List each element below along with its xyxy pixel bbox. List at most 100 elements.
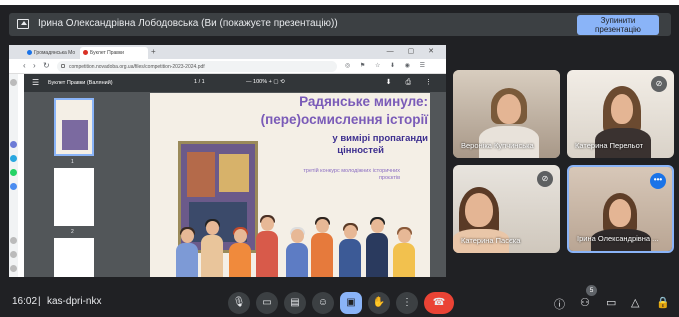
raise-hand-icon[interactable]: ✋: [368, 292, 390, 314]
end-call-icon[interactable]: ☎: [424, 292, 454, 314]
history-icon[interactable]: [10, 237, 17, 244]
host-controls-icon[interactable]: 🔒: [656, 296, 670, 309]
page-subtitle: третій конкурс молодіжних історичних про…: [303, 168, 400, 181]
tab-2[interactable]: Буклет Правки: [80, 47, 148, 59]
zoom-level: 100%: [253, 79, 268, 85]
participant-name: Вероніка Купчинська: [461, 141, 534, 150]
face: [609, 199, 631, 227]
activities-icon[interactable]: △: [631, 296, 639, 309]
address-bar: ‹ › ↻ competition.novadoba.org.ua/files/…: [9, 59, 446, 74]
messenger-icon[interactable]: [10, 141, 17, 148]
favicon-icon: [27, 50, 32, 55]
meeting-controls-bar: 16:02 | kas-dpri-nkx 🎙 ▭ ▤ ☺ ▣ ✋ ⋮ ☎ ⓘ 5…: [0, 285, 679, 317]
download-print-icons[interactable]: ⬇ ⎙ ⋮: [386, 78, 438, 87]
thumbnail-panel: 1 2: [24, 92, 124, 277]
more-rail-icon[interactable]: [10, 265, 17, 272]
participant-tile-self[interactable]: ••• Ірина Олександрівна ...: [567, 165, 674, 253]
art-block: [219, 154, 249, 192]
zoom-control[interactable]: — 100% + ▢ ⟲: [246, 79, 285, 85]
reload-icon[interactable]: ↻: [43, 61, 50, 70]
whatsapp-icon[interactable]: [10, 169, 17, 176]
pdf-page: Радянське минуле: (пере)осмислення істор…: [150, 93, 430, 277]
person-illustration: [392, 227, 416, 277]
mic-off-icon: ⊘: [537, 171, 553, 187]
captions-icon[interactable]: ▤: [284, 292, 306, 314]
meeting-time: 16:02: [12, 296, 38, 307]
page-title-line-1: Радянське минуле:: [299, 94, 428, 109]
people-icon[interactable]: ⚇: [580, 296, 590, 309]
tab-1[interactable]: Громадянська Мо: [24, 47, 78, 59]
page-title-line-2: (пере)осмислення історії: [260, 112, 428, 127]
person-illustration: [310, 217, 334, 277]
person-illustration: [285, 227, 309, 277]
chat-icon[interactable]: ▭: [606, 296, 616, 309]
window-controls[interactable]: — ▢ ✕: [387, 47, 440, 55]
lock-icon: [61, 64, 65, 68]
url-text: competition.novadoba.org.ua/files/compet…: [69, 64, 205, 70]
emoji-icon[interactable]: ☺: [312, 292, 334, 314]
thumbnail-page-1[interactable]: [54, 98, 94, 156]
page-title-line-3: у вимірі пропаганди: [332, 133, 428, 144]
people-count-badge: 5: [586, 285, 597, 296]
mic-icon[interactable]: 🎙: [228, 292, 250, 314]
presenting-banner-text: Ірина Олександрівна Лободовська (Ви (пок…: [38, 18, 338, 29]
more-options-icon[interactable]: •••: [650, 173, 666, 189]
browser-side-rail: [9, 45, 18, 277]
separator: |: [38, 296, 41, 307]
pdf-page-area: Радянське минуле: (пере)осмислення істор…: [124, 92, 446, 277]
url-field[interactable]: competition.novadoba.org.ua/files/compet…: [57, 61, 337, 72]
clock-icon[interactable]: [10, 251, 17, 258]
shared-browser-window: Громадянська Мо Буклет Правки + — ▢ ✕ ‹ …: [9, 45, 446, 277]
person-illustration: [228, 227, 252, 277]
tab-label: Громадянська Мо: [34, 50, 76, 56]
mic-off-icon: ⊘: [651, 76, 667, 92]
participant-name: Катерина Пасєка: [461, 236, 521, 245]
thumbnail-page-2[interactable]: [54, 168, 94, 226]
top-edge: [0, 0, 679, 5]
participant-name: Ірина Олександрівна ...: [577, 234, 659, 243]
tab-label: Буклет Правки: [90, 50, 124, 56]
page-title-line-4: цінностей: [337, 145, 384, 156]
pdf-favicon-icon: [83, 50, 88, 55]
thumbnail-page-3[interactable]: [54, 238, 94, 277]
pdf-filename: Буклет Правки (Валяний): [48, 80, 113, 86]
bookmark-icon[interactable]: [10, 79, 17, 86]
tab-strip: Громадянська Мо Буклет Правки + — ▢ ✕: [9, 45, 446, 59]
app-icon[interactable]: [10, 183, 17, 190]
participant-tile[interactable]: Вероніка Купчинська: [453, 70, 560, 158]
participant-tile[interactable]: ⊘ Катерина Пасєка: [453, 165, 560, 253]
thumb-art: [62, 120, 88, 150]
camera-icon[interactable]: ▭: [256, 292, 278, 314]
person-illustration: [175, 227, 199, 277]
face: [611, 94, 633, 124]
present-icon: [17, 19, 29, 29]
more-icon[interactable]: ⋮: [396, 292, 418, 314]
page-current: 1: [194, 79, 198, 85]
info-icon[interactable]: ⓘ: [554, 296, 565, 312]
page-total: 1: [201, 79, 205, 85]
meeting-code: kas-dpri-nkx: [47, 296, 102, 307]
telegram-icon[interactable]: [10, 155, 17, 162]
person-illustration: [200, 219, 224, 277]
new-tab-icon[interactable]: +: [151, 47, 156, 56]
back-icon[interactable]: ‹: [23, 61, 26, 70]
thumbnail-number: 1: [71, 159, 74, 165]
art-block: [187, 152, 215, 197]
participant-tile[interactable]: ⊘ Катерина Перельот: [567, 70, 674, 158]
pdf-toolbar: ☰ Буклет Правки (Валяний) 1 / 1 — 100% +…: [24, 74, 446, 92]
toolbar-icons[interactable]: ◎ ⚑ ☆ ⬇ ◉ ☰: [345, 62, 429, 69]
forward-icon[interactable]: ›: [33, 61, 36, 70]
present-now-icon[interactable]: ▣: [340, 292, 362, 314]
person-illustration: [255, 215, 279, 277]
person-illustration: [338, 223, 362, 277]
stop-presenting-button[interactable]: Зупинити презентацію: [577, 15, 659, 35]
menu-icon[interactable]: ☰: [32, 78, 39, 87]
face: [497, 94, 521, 124]
presenting-banner: Ірина Олександрівна Лободовська (Ви (пок…: [9, 13, 671, 36]
meet-window: Ірина Олександрівна Лободовська (Ви (пок…: [0, 0, 679, 317]
thumbnail-number: 2: [71, 229, 74, 235]
illustrated-crowd: [160, 205, 430, 277]
page-indicator[interactable]: 1 / 1: [194, 79, 205, 85]
participant-name: Катерина Перельот: [575, 141, 644, 150]
face: [465, 193, 493, 227]
